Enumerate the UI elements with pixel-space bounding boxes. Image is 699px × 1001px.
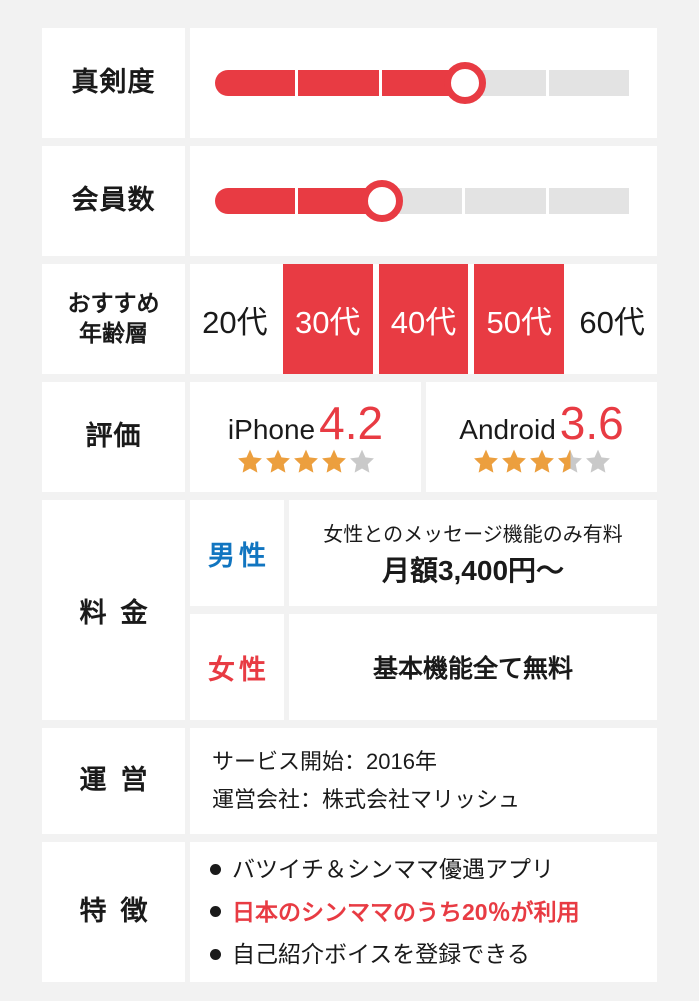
table-row-members: 会員数 bbox=[42, 146, 657, 256]
rating-stars bbox=[236, 448, 376, 474]
members-slider-segment[interactable] bbox=[214, 188, 296, 214]
star-half-icon bbox=[557, 448, 583, 474]
row-label-age: おすすめ 年齢層 bbox=[42, 264, 185, 374]
spec-table: 真剣度 会員数 おすすめ 年齢層 20代 30代 40代 50代 60代 評価 iPho… bbox=[42, 28, 657, 990]
fee-detail-female: 基本機能全て無料 bbox=[289, 614, 657, 720]
age-cell: 60代 bbox=[567, 264, 657, 374]
table-row-rating: 評価 iPhone 4.2 Android 3.6 bbox=[42, 382, 657, 492]
star-full-icon bbox=[265, 448, 291, 474]
row-content-age: 20代 30代 40代 50代 60代 bbox=[190, 264, 657, 374]
star-full-icon bbox=[501, 448, 527, 474]
feature-item: 自己紹介ボイスを登録できる bbox=[210, 933, 580, 976]
star-empty-icon bbox=[349, 448, 375, 474]
feature-item-label: 自己紹介ボイスを登録できる bbox=[232, 941, 530, 968]
fee-price-male: 月額3,400円〜 bbox=[381, 554, 565, 586]
bullet-icon bbox=[210, 863, 221, 875]
row-content-rating: iPhone 4.2 Android 3.6 bbox=[190, 382, 657, 492]
members-slider[interactable] bbox=[214, 180, 633, 222]
members-slider-segment[interactable] bbox=[548, 188, 630, 214]
rating-score: 3.6 bbox=[559, 397, 624, 449]
age-cell: 40代 bbox=[378, 264, 469, 374]
rating-stars bbox=[472, 448, 612, 474]
seriousness-slider-segment[interactable] bbox=[214, 70, 296, 96]
operation-line: 運営会社：株式会社マリッシュ bbox=[212, 787, 521, 812]
feature-item: バツイチ＆シンママ優遇アプリ bbox=[210, 848, 580, 891]
seriousness-slider[interactable] bbox=[214, 62, 633, 104]
bullet-icon bbox=[210, 906, 221, 918]
feature-list: バツイチ＆シンママ優遇アプリ 日本のシンママのうち20％が利用 自己紹介ボイスを登録… bbox=[210, 848, 580, 976]
rating-box: iPhone 4.2 bbox=[190, 382, 421, 492]
seriousness-slider-segment[interactable] bbox=[548, 70, 630, 96]
star-full-icon bbox=[473, 448, 499, 474]
fee-gender-female: 女性 bbox=[190, 614, 284, 720]
row-content-operation: サービス開始：2016年運営会社：株式会社マリッシュ bbox=[190, 728, 657, 834]
seriousness-slider-segment[interactable] bbox=[298, 70, 379, 96]
star-empty-icon bbox=[585, 448, 611, 474]
table-row-age: おすすめ 年齢層 20代 30代 40代 50代 60代 bbox=[42, 264, 657, 374]
table-row-fee: 料金 男性 女性とのメッセージ機能のみ有料 月額3,400円〜 女性 基本機能全… bbox=[42, 500, 657, 720]
age-cell: 20代 bbox=[190, 264, 280, 374]
row-label-age-line2: 年齢層 bbox=[79, 320, 148, 346]
row-label-members: 会員数 bbox=[42, 146, 185, 256]
row-label-seriousness: 真剣度 bbox=[42, 28, 185, 138]
row-content-members bbox=[190, 146, 657, 256]
row-label-features: 特徴 bbox=[42, 842, 185, 982]
bullet-icon bbox=[210, 949, 221, 961]
row-label-fee: 料金 bbox=[42, 500, 185, 720]
fee-note-male: 女性とのメッセージ機能のみ有料 bbox=[323, 523, 623, 546]
table-row-operation: 運営 サービス開始：2016年運営会社：株式会社マリッシュ bbox=[42, 728, 657, 834]
fee-gender-male: 男性 bbox=[190, 500, 284, 606]
row-content-seriousness bbox=[190, 28, 657, 138]
rating-wrap: iPhone 4.2 Android 3.6 bbox=[190, 382, 657, 492]
table-row-features: 特徴 バツイチ＆シンママ優遇アプリ 日本のシンママのうち20％が利用 自己紹介ボイス… bbox=[42, 842, 657, 982]
members-slider-segment[interactable] bbox=[465, 188, 546, 214]
feature-item-label: バツイチ＆シンママ優遇アプリ bbox=[232, 856, 554, 883]
star-full-icon bbox=[293, 448, 319, 474]
row-content-features: バツイチ＆シンママ優遇アプリ 日本のシンママのうち20％が利用 自己紹介ボイスを登録… bbox=[190, 842, 657, 982]
age-strip: 20代 30代 40代 50代 60代 bbox=[190, 264, 657, 374]
operation-lines: サービス開始：2016年運営会社：株式会社マリッシュ bbox=[212, 743, 520, 820]
operation-line: サービス開始：2016年 bbox=[212, 748, 437, 774]
feature-item: 日本のシンママのうち20％が利用 bbox=[210, 891, 580, 934]
feature-item-label: 日本のシンママのうち20％が利用 bbox=[232, 898, 580, 925]
rating-os-name: iPhone bbox=[227, 414, 316, 445]
rating-box: Android 3.6 bbox=[426, 382, 657, 492]
seriousness-slider-knob[interactable] bbox=[444, 62, 487, 104]
members-slider-knob[interactable] bbox=[360, 180, 403, 222]
star-full-icon bbox=[237, 448, 263, 474]
fee-sub-male: 男性 女性とのメッセージ機能のみ有料 月額3,400円〜 bbox=[190, 500, 657, 606]
row-label-rating: 評価 bbox=[42, 382, 185, 492]
table-row-seriousness: 真剣度 bbox=[42, 28, 657, 138]
rating-score: 4.2 bbox=[319, 397, 384, 449]
fee-band: 料金 男性 女性とのメッセージ機能のみ有料 月額3,400円〜 女性 基本機能全… bbox=[42, 500, 657, 720]
fee-sub-female: 女性 基本機能全て無料 bbox=[190, 614, 657, 720]
rating-os-name: Android bbox=[459, 414, 556, 445]
star-full-icon bbox=[321, 448, 347, 474]
fee-detail-male: 女性とのメッセージ機能のみ有料 月額3,400円〜 bbox=[289, 500, 657, 606]
row-label-age-line1: おすすめ bbox=[67, 290, 160, 317]
row-label-operation: 運営 bbox=[42, 728, 185, 834]
age-cell: 50代 bbox=[474, 264, 565, 374]
star-full-icon bbox=[529, 448, 555, 474]
age-cell: 30代 bbox=[282, 264, 373, 374]
fee-right: 男性 女性とのメッセージ機能のみ有料 月額3,400円〜 女性 基本機能全て無料 bbox=[190, 500, 657, 720]
fee-note-female: 基本機能全て無料 bbox=[372, 655, 573, 683]
